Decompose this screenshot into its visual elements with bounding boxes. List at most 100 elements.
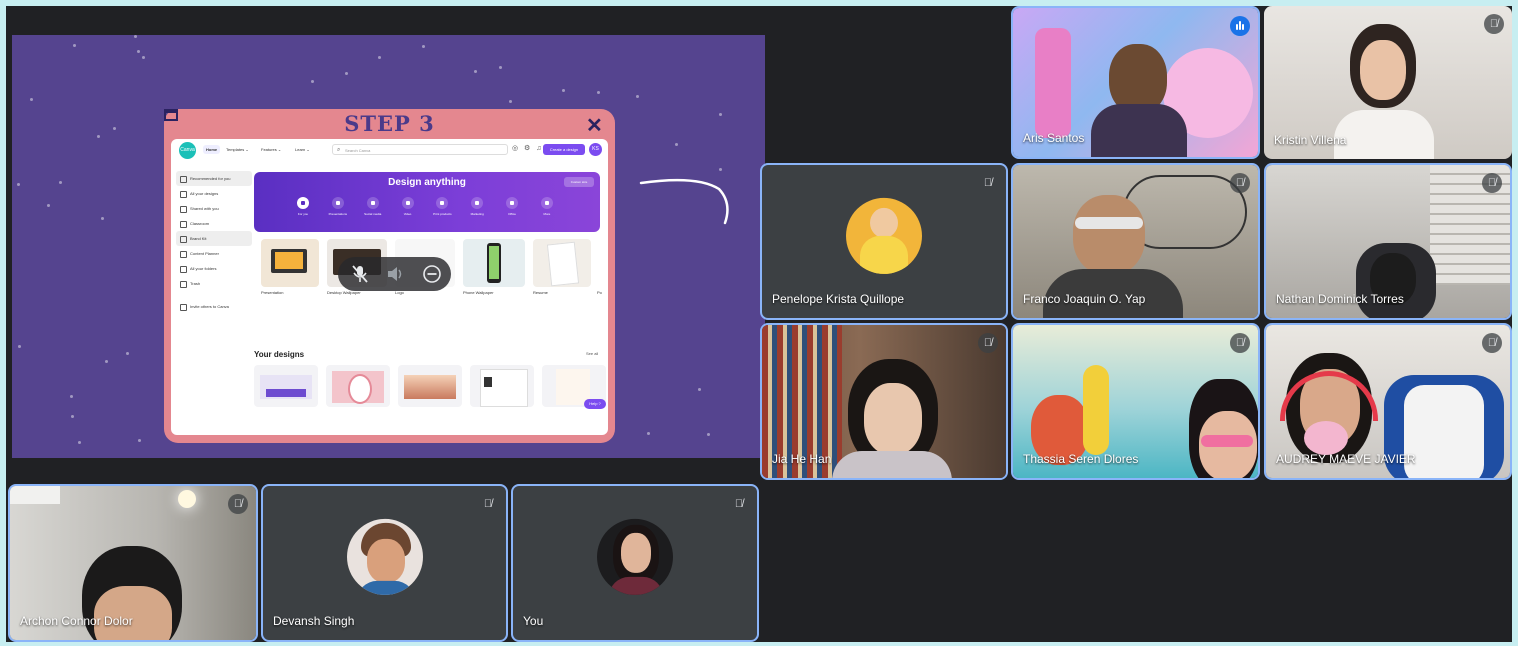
participant-name: Thassia Seren Dlores xyxy=(1023,452,1139,466)
canva-thumb-label: Po xyxy=(597,290,602,295)
participant-tile[interactable]: Aris Santos xyxy=(1011,6,1260,159)
person-body xyxy=(1091,104,1187,157)
participant-name: Nathan Dominick Torres xyxy=(1276,292,1404,306)
close-icon: ✕ xyxy=(586,115,603,137)
canva-search: Search Canva xyxy=(332,144,508,156)
mic-off-icon: 🎙̸ xyxy=(1230,333,1250,353)
background-light xyxy=(178,490,196,508)
canva-thumb xyxy=(533,239,591,287)
canva-design-card xyxy=(326,365,390,407)
background-speck xyxy=(72,43,76,47)
canva-thumb-label: Presentation xyxy=(261,290,284,295)
canva-hero-icon: Marketing xyxy=(464,197,490,216)
canva-help-button: Help ? xyxy=(584,399,606,409)
canva-thumb xyxy=(261,239,319,287)
participant-tile[interactable]: 🎙̸ Jia He Han xyxy=(760,323,1008,480)
canva-thumb-label: Phone Wallpaper xyxy=(463,290,494,295)
canva-design-card xyxy=(470,365,534,407)
canva-nav-features: Features ⌄ xyxy=(261,147,282,152)
participant-tile[interactable]: 🎙̸ Kristin Villena xyxy=(1264,6,1512,159)
mic-off-icon[interactable] xyxy=(351,264,369,290)
background-speck xyxy=(498,66,502,70)
canva-side-item: Recommended for you xyxy=(176,171,252,186)
canva-hero-icon: Print products xyxy=(429,197,455,216)
participant-tile[interactable]: 🎙̸ AUDREY MAEVE JAVIER xyxy=(1264,323,1512,480)
participant-tile[interactable]: 🎙̸ Penelope Krista Quillope xyxy=(760,163,1008,320)
background-speck xyxy=(17,182,21,186)
participant-tile[interactable]: 🎙̸ Thassia Seren Dlores xyxy=(1011,323,1260,480)
participant-avatar xyxy=(846,197,922,274)
slide-title: STEP 3 xyxy=(344,111,435,136)
background-speck xyxy=(70,414,74,418)
shared-screen: STEP 3 ✕ Canva Home Templates ⌄ Features… xyxy=(12,35,765,458)
canva-header-icons: ◎ ⚙ ♫ xyxy=(512,145,544,152)
canva-side-item: All your folders xyxy=(176,261,252,276)
mic-off-icon: 🎙̸ xyxy=(1482,333,1502,353)
background-speck xyxy=(647,432,651,436)
canva-hero-icon: Video xyxy=(395,197,421,216)
mic-off-icon: 🎙̸ xyxy=(734,498,744,510)
participant-tile[interactable]: 🎙̸ Franco Joaquin O. Yap xyxy=(1011,163,1260,320)
person-glasses xyxy=(1201,435,1253,447)
background-speck xyxy=(97,135,101,139)
background-speck xyxy=(706,432,710,436)
background-speck xyxy=(101,217,105,221)
participant-tile[interactable]: 🎙̸ Nathan Dominick Torres xyxy=(1264,163,1512,320)
mic-off-icon: 🎙̸ xyxy=(1230,173,1250,193)
audio-control-pill[interactable] xyxy=(338,257,451,291)
canva-side-item: Invite others to Canva xyxy=(176,299,252,314)
background-speck xyxy=(422,44,426,48)
canva-create-button: Create a design xyxy=(543,144,585,155)
canva-side-item: Shared with you xyxy=(176,201,252,216)
gaming-chair xyxy=(1404,385,1484,478)
person-head xyxy=(864,383,922,455)
background-speck xyxy=(561,89,565,93)
person-body xyxy=(832,451,952,478)
background-speck xyxy=(635,94,639,98)
person-toy xyxy=(1304,421,1348,455)
canva-see-all: See all xyxy=(586,351,599,356)
background-speck xyxy=(310,79,314,83)
background-figure xyxy=(1035,28,1071,138)
background-speck xyxy=(18,345,22,349)
background-speck xyxy=(142,55,146,59)
participant-name: Devansh Singh xyxy=(273,614,355,628)
canva-hero-title: Design anything xyxy=(388,177,466,188)
background-speck xyxy=(377,56,381,60)
canva-side-item: Content Planner xyxy=(176,246,252,261)
participant-tile[interactable]: 🎙̸ Archon Connor Dolor xyxy=(8,484,258,642)
background-speck xyxy=(112,126,116,130)
canva-hero-icon: Social media xyxy=(360,197,386,216)
participant-name: Franco Joaquin O. Yap xyxy=(1023,292,1146,306)
background-speck xyxy=(697,387,701,391)
background-cartoon xyxy=(1083,365,1109,455)
canva-design-card xyxy=(254,365,318,407)
participant-tile[interactable]: 🎙̸ Devansh Singh xyxy=(261,484,508,642)
background-speck xyxy=(47,204,51,208)
mic-off-icon: 🎙̸ xyxy=(483,498,493,510)
participant-name: Kristin Villena xyxy=(1274,133,1347,147)
background-speck xyxy=(70,395,74,399)
background-speck xyxy=(133,35,137,39)
remove-icon[interactable] xyxy=(422,264,442,290)
canva-hero-banner: Design anything Custom size For you Pres… xyxy=(254,172,600,232)
background-speck xyxy=(719,112,723,116)
mic-off-icon: 🎙̸ xyxy=(1482,173,1502,193)
background-speck xyxy=(597,91,600,95)
canva-nav-home: Home xyxy=(203,145,221,154)
participant-tile[interactable]: 🎙̸ You xyxy=(511,484,759,642)
participant-name: AUDREY MAEVE JAVIER xyxy=(1276,452,1416,466)
background-speck xyxy=(718,168,722,172)
person-body xyxy=(1334,110,1434,159)
volume-icon[interactable] xyxy=(386,264,404,290)
participant-name: Aris Santos xyxy=(1023,131,1085,145)
background-aircon xyxy=(10,486,60,504)
arrow-doodle xyxy=(639,178,729,225)
background-speck xyxy=(509,99,513,103)
participant-avatar xyxy=(346,518,423,595)
canva-nav-learn: Learn ⌄ xyxy=(295,147,310,152)
participant-name: Penelope Krista Quillope xyxy=(772,292,905,306)
canva-custom-size: Custom size xyxy=(564,177,594,187)
background-speck xyxy=(125,351,129,355)
canva-logo: Canva xyxy=(179,142,196,159)
